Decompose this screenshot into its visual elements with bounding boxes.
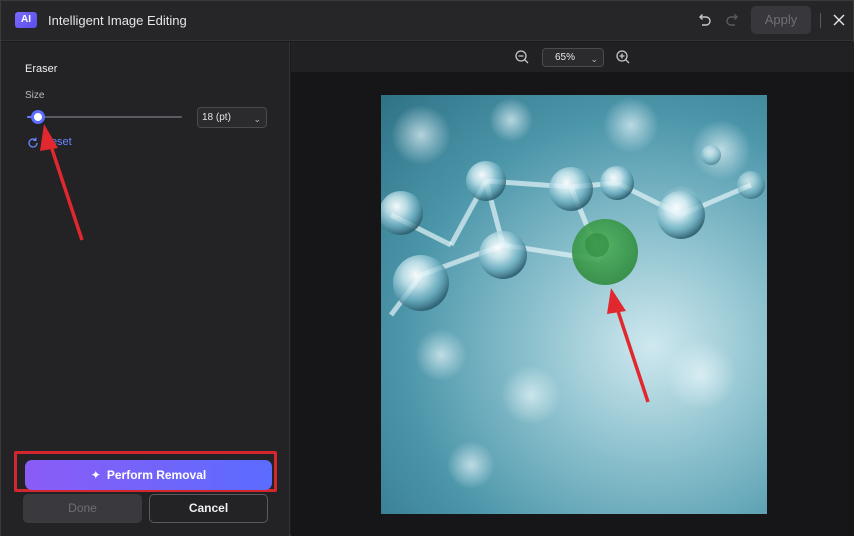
title-bar: AI Intelligent Image Editing Apply bbox=[1, 1, 853, 41]
reset-label: Reset bbox=[43, 136, 72, 148]
image-canvas[interactable] bbox=[381, 95, 767, 514]
zoom-value: 65% bbox=[555, 52, 576, 63]
perform-removal-label: Perform Removal bbox=[106, 468, 207, 482]
chevron-down-icon: ⌄ bbox=[253, 114, 261, 124]
eraser-section-title: Eraser bbox=[25, 63, 58, 75]
chevron-down-icon: ⌄ bbox=[590, 54, 598, 64]
perform-removal-button[interactable]: ✦ Perform Removal bbox=[25, 460, 272, 490]
size-slider-track[interactable] bbox=[27, 116, 182, 118]
image-editing-window: AI Intelligent Image Editing Apply Erase… bbox=[0, 0, 854, 536]
redo-icon[interactable] bbox=[724, 11, 742, 29]
window-title: Intelligent Image Editing bbox=[48, 13, 187, 28]
cancel-button[interactable]: Cancel bbox=[149, 494, 268, 523]
size-label: Size bbox=[25, 90, 45, 101]
canvas-area: 65% ⌄ bbox=[291, 42, 854, 536]
zoom-out-icon[interactable] bbox=[514, 49, 530, 65]
size-select[interactable]: 18 (pt) ⌄ bbox=[197, 107, 267, 128]
zoom-select[interactable]: 65% ⌄ bbox=[542, 48, 604, 67]
apply-button[interactable]: Apply bbox=[751, 6, 811, 34]
sparkle-icon: ✦ bbox=[90, 468, 101, 482]
highlight-box: ✦ Perform Removal bbox=[14, 451, 277, 492]
done-button[interactable]: Done bbox=[23, 494, 142, 523]
zoom-in-icon[interactable] bbox=[615, 49, 631, 65]
close-icon[interactable] bbox=[830, 11, 848, 29]
molecule-image bbox=[381, 97, 765, 489]
size-slider-thumb[interactable] bbox=[31, 110, 45, 124]
size-select-value: 18 (pt) bbox=[202, 112, 231, 123]
title-divider bbox=[820, 13, 821, 28]
app-logo: AI bbox=[15, 12, 37, 28]
eraser-panel: Eraser Size 18 (pt) ⌄ Reset ✦ Perform Rem… bbox=[1, 42, 290, 536]
zoom-toolbar: 65% ⌄ bbox=[291, 42, 854, 72]
undo-icon[interactable] bbox=[695, 11, 713, 29]
reset-icon bbox=[28, 137, 38, 148]
